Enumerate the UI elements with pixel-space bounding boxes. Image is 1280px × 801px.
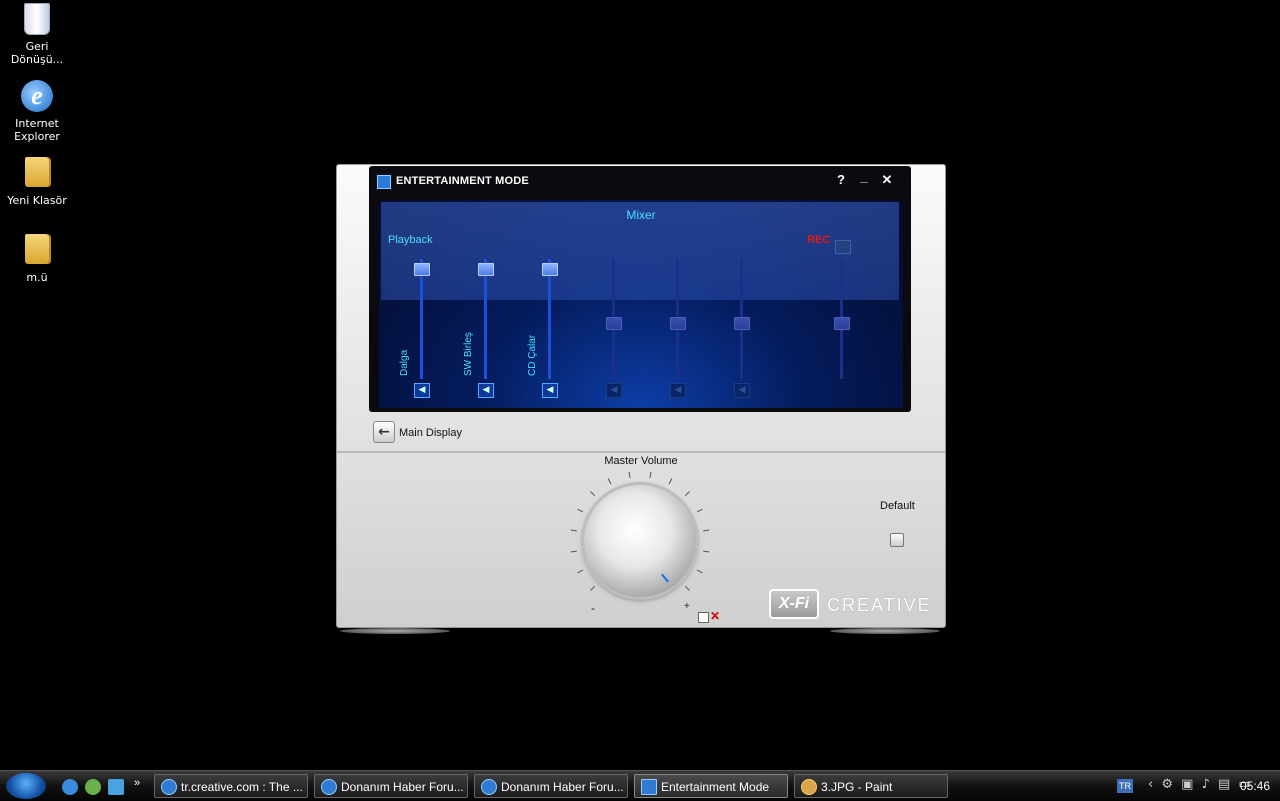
dial-tick — [570, 550, 577, 553]
desktop-icon-label: Explorer — [14, 130, 60, 143]
taskbar-item-creative[interactable]: tr.creative.com : The ... — [154, 774, 308, 798]
desktop-icon-folder-mu[interactable]: m.ü — [1, 234, 73, 284]
quick-launch-messenger-icon[interactable] — [85, 779, 101, 795]
dial-tick — [696, 569, 703, 574]
clock[interactable]: 05:46 — [1240, 779, 1270, 793]
dial-tick — [668, 478, 673, 485]
quick-launch-more[interactable]: » — [134, 777, 140, 789]
taskbar-item-paint[interactable]: 3.JPG - Paint — [794, 774, 948, 798]
mute-checkbox[interactable] — [698, 612, 709, 623]
taskbar-item-forum-1[interactable]: Donanım Haber Foru... — [314, 774, 468, 798]
dial-tick — [590, 585, 596, 591]
desktop-icon-internet-explorer[interactable]: e Internet Explorer — [1, 80, 73, 143]
recycle-bin-icon — [24, 3, 50, 35]
creative-logo: CREATIVE — [827, 595, 932, 615]
dial-tick — [703, 550, 710, 553]
dial-tick — [577, 569, 584, 574]
browser-icon — [161, 779, 177, 795]
app-icon — [641, 779, 657, 795]
desktop-icon-label: Internet — [15, 117, 59, 130]
desktop-icon-label: Dönüşü... — [10, 53, 64, 66]
dial-tick — [684, 585, 690, 591]
desktop-icon-new-folder[interactable]: Yeni Klasör — [1, 157, 73, 207]
device-foot-right — [830, 628, 940, 634]
volume-min-label: - — [591, 601, 595, 615]
dial-tick — [570, 529, 577, 532]
dial-tick — [628, 471, 631, 478]
start-button[interactable] — [6, 773, 46, 799]
dial-tick — [703, 529, 710, 532]
knob-indicator — [661, 573, 669, 583]
desktop-icon-recycle-bin[interactable]: Geri Dönüşü... — [1, 3, 73, 66]
taskbar-item-label: Donanım Haber Foru... — [501, 780, 624, 794]
default-label: Default — [880, 500, 915, 512]
dial-tick — [577, 508, 584, 513]
language-indicator[interactable]: TR — [1117, 779, 1133, 793]
default-button[interactable] — [890, 533, 904, 547]
taskbar: » tr.creative.com : The ... Donanım Habe… — [0, 770, 1280, 801]
dial-tick — [590, 491, 596, 497]
mute-icon: ✕ — [710, 609, 721, 623]
system-tray-icons[interactable]: ‹ ⚙ ▣ ♪ ▤ ▭ — [1148, 777, 1253, 792]
folder-icon — [25, 234, 49, 264]
entertainment-mode-window: ENTERTAINMENT MODE ? _ ✕ Mixer Playback … — [336, 164, 946, 628]
dial-tick — [649, 471, 652, 478]
dial-tick — [696, 508, 703, 513]
browser-icon — [481, 779, 497, 795]
desktop-icon-label: m.ü — [26, 271, 48, 284]
internet-explorer-icon: e — [21, 80, 53, 112]
taskbar-item-label: Entertainment Mode — [661, 780, 770, 794]
folder-icon — [25, 157, 49, 187]
browser-icon — [321, 779, 337, 795]
xfi-logo: X-Fi — [769, 589, 819, 619]
taskbar-item-label: 3.JPG - Paint — [821, 780, 893, 794]
taskbar-item-entertainment-mode[interactable]: Entertainment Mode — [634, 774, 788, 798]
quick-launch-browser-icon[interactable] — [62, 779, 78, 795]
quick-launch-desktop-icon[interactable] — [108, 779, 124, 795]
master-volume-knob[interactable] — [584, 485, 696, 597]
taskbar-item-forum-2[interactable]: Donanım Haber Foru... — [474, 774, 628, 798]
device-foot-left — [340, 628, 450, 634]
taskbar-item-label: tr.creative.com : The ... — [181, 780, 303, 794]
taskbar-item-label: Donanım Haber Foru... — [341, 780, 464, 794]
dial-tick — [684, 491, 690, 497]
volume-max-label: + — [684, 601, 690, 612]
dial-tick — [607, 478, 612, 485]
paint-icon — [801, 779, 817, 795]
desktop-icon-label: Yeni Klasör — [7, 194, 67, 207]
desktop-icon-label: Geri — [25, 40, 49, 53]
